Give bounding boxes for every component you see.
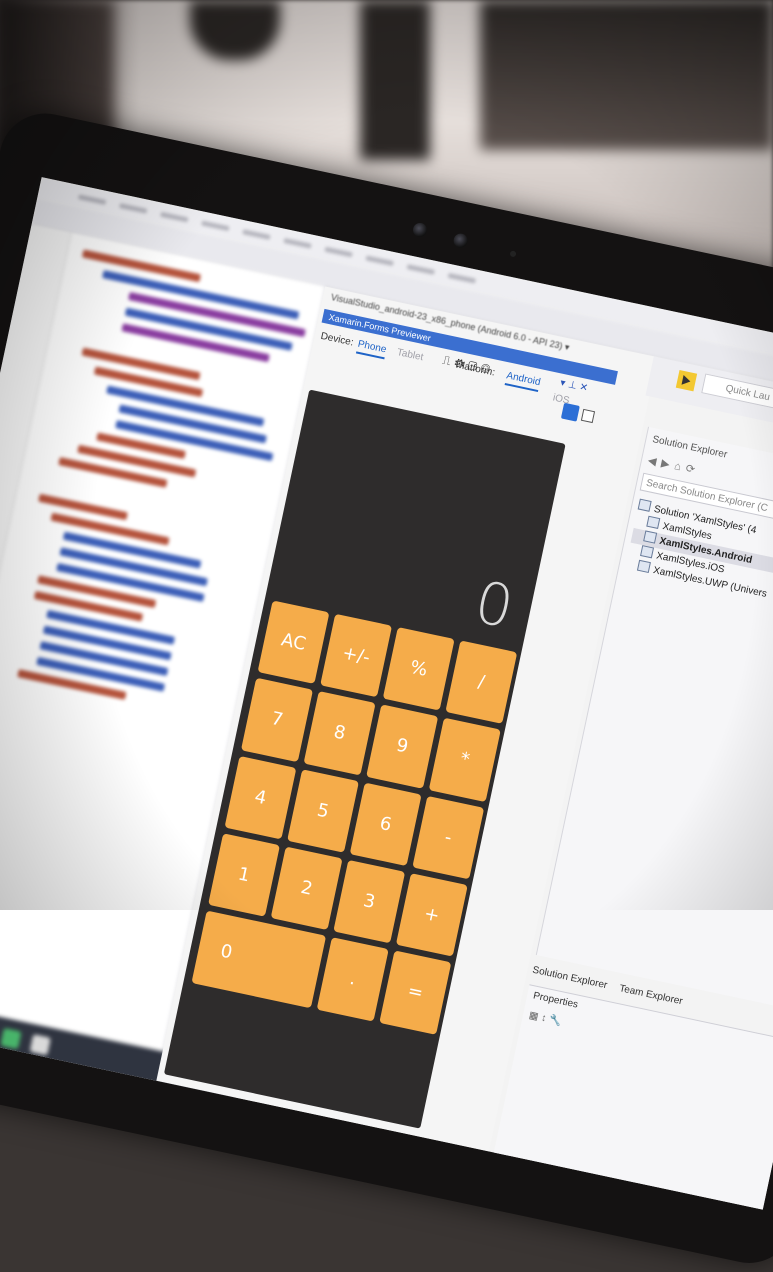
feedback-flag-icon[interactable] [675,369,698,392]
ios-project-icon [640,545,655,559]
key-4[interactable]: 4 [224,755,297,840]
solution-tree: Solution 'XamlStyles' (4 XamlStyles Xaml… [624,498,773,628]
key-8[interactable]: 8 [303,691,376,776]
split-view-toggle[interactable] [580,408,596,424]
android-project-icon [643,530,658,544]
tab-phone[interactable]: Phone [355,338,388,360]
close-icon[interactable]: ✕ [578,382,591,395]
app-icon[interactable] [29,1034,51,1056]
key-6[interactable]: 6 [349,782,422,867]
settings-icon[interactable]: ◎ [479,361,495,378]
solution-icon [637,498,652,512]
device-label: Device: [319,330,355,349]
key-multiply[interactable]: * [428,717,501,802]
calculator-display: 0 [469,567,520,642]
background-wall [480,0,773,150]
uwp-project-icon [636,559,651,574]
camera-lens-icon [411,221,429,239]
key-plus-minus[interactable]: +/- [320,613,393,698]
design-view-toggle[interactable] [560,402,580,422]
properties-title: Properties [532,990,579,1011]
tab-tablet[interactable]: Tablet [396,347,424,363]
tab-team-explorer[interactable]: Team Explorer [618,983,683,1007]
background-pillar [360,0,430,160]
key-1[interactable]: 1 [208,833,280,918]
key-7[interactable]: 7 [240,678,313,762]
tablet-device: VisualStudio_android-23_x86_phone (Andro… [0,105,773,1272]
camera-sensor-icon [452,232,469,249]
line-number-gutter [0,224,72,1027]
wrench-icon[interactable]: 🔧 [548,1014,565,1028]
app-icon[interactable] [0,1027,22,1050]
key-equals[interactable]: = [379,950,452,1035]
csharp-project-icon [646,515,661,529]
key-minus[interactable]: - [412,795,485,880]
key-2[interactable]: 2 [270,846,343,931]
key-percent[interactable]: % [382,627,455,711]
key-5[interactable]: 5 [287,768,360,853]
background-lamp [190,0,280,60]
solution-explorer-toolbar[interactable]: ◀▶⌂⟳ [647,454,701,478]
tablet-screen: VisualStudio_android-23_x86_phone (Andro… [0,177,773,1210]
key-plus[interactable]: + [395,873,468,957]
key-divide[interactable]: / [445,640,518,725]
key-3[interactable]: 3 [333,859,406,944]
sync-icon[interactable]: ⟳ [685,463,701,478]
key-ac[interactable]: AC [257,600,330,685]
camera-light-icon [509,250,517,258]
properties-toolbar[interactable]: ▦↕🔧 [528,1010,565,1028]
tab-android[interactable]: Android [504,370,542,393]
key-decimal[interactable]: . [316,937,389,1022]
key-9[interactable]: 9 [366,704,439,789]
